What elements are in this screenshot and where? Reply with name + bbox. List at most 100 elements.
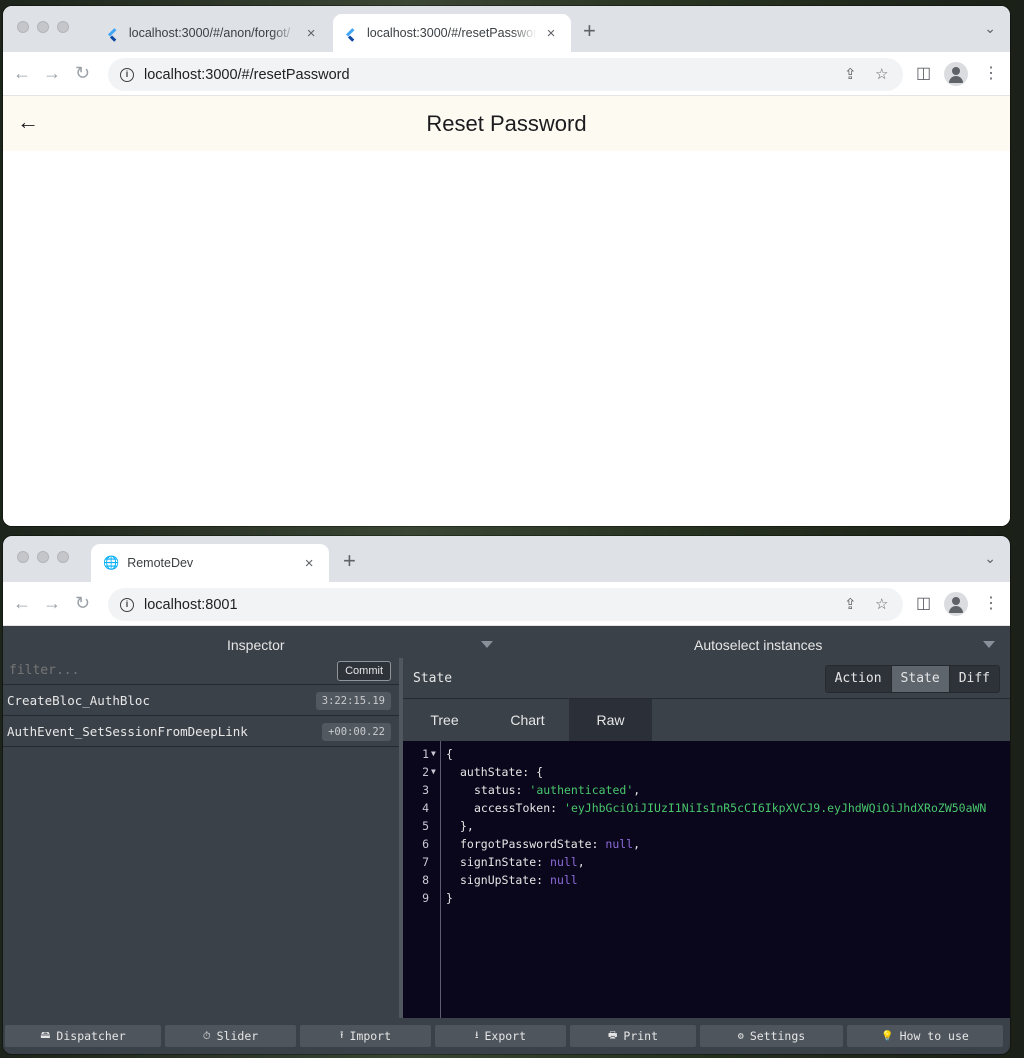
minimize-window-button[interactable] [37,551,49,563]
side-panel-icon[interactable]: ◫ [916,63,931,83]
line-number: 3 [422,783,429,797]
action-list-item[interactable]: AuthEvent_SetSessionFromDeepLink +00:00.… [3,716,399,747]
button-label: How to use [899,1029,969,1043]
action-list-item[interactable]: CreateBloc_AuthBloc 3:22:15.19 [3,685,399,716]
zoom-window-button[interactable] [57,551,69,563]
menu-dots-icon[interactable]: ⋮ [983,593,999,613]
dispatcher-icon: 🖴 [40,1029,51,1041]
flutter-icon [107,26,121,40]
state-tab-button[interactable]: State [890,666,949,692]
punctuation: , [577,855,585,869]
json-value: } [446,891,453,905]
json-value: { [446,747,453,761]
button-label: Dispatcher [56,1029,126,1043]
reload-icon[interactable]: ↻ [75,593,90,614]
share-icon[interactable]: ⇪ [844,595,857,613]
print-icon: 🖶 [607,1029,618,1041]
action-tab-button[interactable]: Action [825,666,891,692]
json-value: null [550,873,578,887]
close-window-button[interactable] [17,551,29,563]
action-name: CreateBloc_AuthBloc [7,693,150,708]
menu-dots-icon[interactable]: ⋮ [983,63,999,83]
line-number: 9 [422,891,429,905]
filter-input[interactable] [9,663,309,678]
action-time-badge: +00:00.22 [322,723,391,741]
line-number: 7 [422,855,429,869]
slider-button[interactable]: ⏱ Slider [165,1025,296,1047]
info-icon[interactable]: i [120,597,134,612]
json-key: forgotPasswordState: [460,837,606,851]
code-text: status: 'authenticated', [474,781,640,799]
back-arrow-icon[interactable]: ← [13,63,31,84]
action-list-pane: Commit CreateBloc_AuthBloc 3:22:15.19 Au… [3,658,403,1018]
browser-window-remotedev: 🌐 RemoteDev × + ⌄ ← → ↻ i localhost:8001… [3,536,1010,1054]
close-window-button[interactable] [17,21,29,33]
share-icon[interactable]: ⇪ [844,65,857,83]
json-value: 'authenticated' [529,783,634,797]
address-bar[interactable]: i localhost:8001 [108,588,903,621]
fold-toggle-icon[interactable]: ▼ [431,745,436,763]
forward-arrow-icon[interactable]: → [43,593,61,614]
import-button[interactable]: ⭱ Import [300,1025,431,1047]
forward-arrow-icon[interactable]: → [43,63,61,84]
line-number: 1 [422,747,429,761]
how-to-use-button[interactable]: 💡 How to use [847,1025,1003,1047]
tab-reset-password[interactable]: localhost:3000/#/resetPassword × [333,14,571,52]
instance-select[interactable]: Autoselect instances [503,626,1010,662]
line-number: 8 [422,873,429,887]
bookmark-star-icon[interactable]: ☆ [875,65,888,83]
inspector-body: Commit CreateBloc_AuthBloc 3:22:15.19 Au… [3,658,1010,1054]
import-icon: ⭱ [339,1029,344,1041]
app-bar: ← Reset Password [3,96,1010,151]
chevron-down-icon [983,641,995,648]
monitor-select[interactable]: Inspector [3,626,503,662]
close-tab-icon[interactable]: × [301,555,317,572]
raw-state-editor[interactable]: 1 ▼{2 ▼ authState: {3 status: 'authenticated… [403,741,1010,1054]
tab-forgot-password[interactable]: localhost:3000/#/anon/forgot/ × [95,14,331,52]
dispatcher-button[interactable]: 🖴 Dispatcher [5,1025,161,1047]
tab-search-chevron-icon[interactable]: ⌄ [984,550,996,567]
settings-button[interactable]: ⚙ Settings [700,1025,843,1047]
state-bar: State Action State Diff [403,658,1010,699]
new-tab-button[interactable]: + [583,18,596,44]
address-bar[interactable]: i localhost:3000/#/resetPassword [108,58,903,91]
code-text: authState: { [460,763,543,781]
devtools-footer: 🖴 Dispatcher ⏱ Slider ⭱ Import ⭳ Export 🖶 Print ⚙ S… [3,1018,1010,1054]
traffic-lights [17,551,69,563]
zoom-window-button[interactable] [57,21,69,33]
tab-search-chevron-icon[interactable]: ⌄ [984,20,996,37]
tab-raw[interactable]: Raw [569,699,652,741]
code-text: accessToken: 'eyJhbGciOiJIUzI1NiIsInR5cC… [474,799,986,817]
close-tab-icon[interactable]: × [543,25,559,42]
bookmark-star-icon[interactable]: ☆ [875,595,888,613]
tab-title: RemoteDev [127,556,194,570]
close-tab-icon[interactable]: × [303,25,319,42]
traffic-lights [17,21,69,33]
line-number: 4 [422,801,429,815]
profile-avatar-icon[interactable] [944,592,968,616]
profile-avatar-icon[interactable] [944,62,968,86]
button-label: Print [623,1029,659,1043]
tab-remotedev[interactable]: 🌐 RemoteDev × [91,544,329,582]
export-button[interactable]: ⭳ Export [435,1025,566,1047]
action-name: AuthEvent_SetSessionFromDeepLink [7,724,248,739]
tab-chart[interactable]: Chart [486,699,569,741]
print-button[interactable]: 🖶 Print [570,1025,696,1047]
json-value: 'eyJhbGciOiJIUzI1NiIsInR5cCI6IkpXVCJ9.ey… [564,801,987,815]
new-tab-button[interactable]: + [343,548,356,574]
side-panel-icon[interactable]: ◫ [916,593,931,613]
export-icon: ⭳ [474,1029,479,1041]
tab-tree[interactable]: Tree [403,699,486,741]
reload-icon[interactable]: ↻ [75,63,90,84]
tab-strip: localhost:3000/#/anon/forgot/ × localhos… [3,6,1010,52]
commit-button[interactable]: Commit [337,661,391,681]
fold-toggle-icon[interactable]: ▼ [431,763,436,781]
json-value: null [605,837,634,851]
diff-tab-button[interactable]: Diff [948,666,999,692]
minimize-window-button[interactable] [37,21,49,33]
browser-toolbar: ← → ↻ i localhost:8001 ⇪ ☆ ◫ ⋮ [3,582,1010,626]
line-number: 5 [422,819,429,833]
back-arrow-icon[interactable]: ← [13,593,31,614]
info-icon[interactable]: i [120,67,134,82]
json-key: authState: [460,765,537,779]
